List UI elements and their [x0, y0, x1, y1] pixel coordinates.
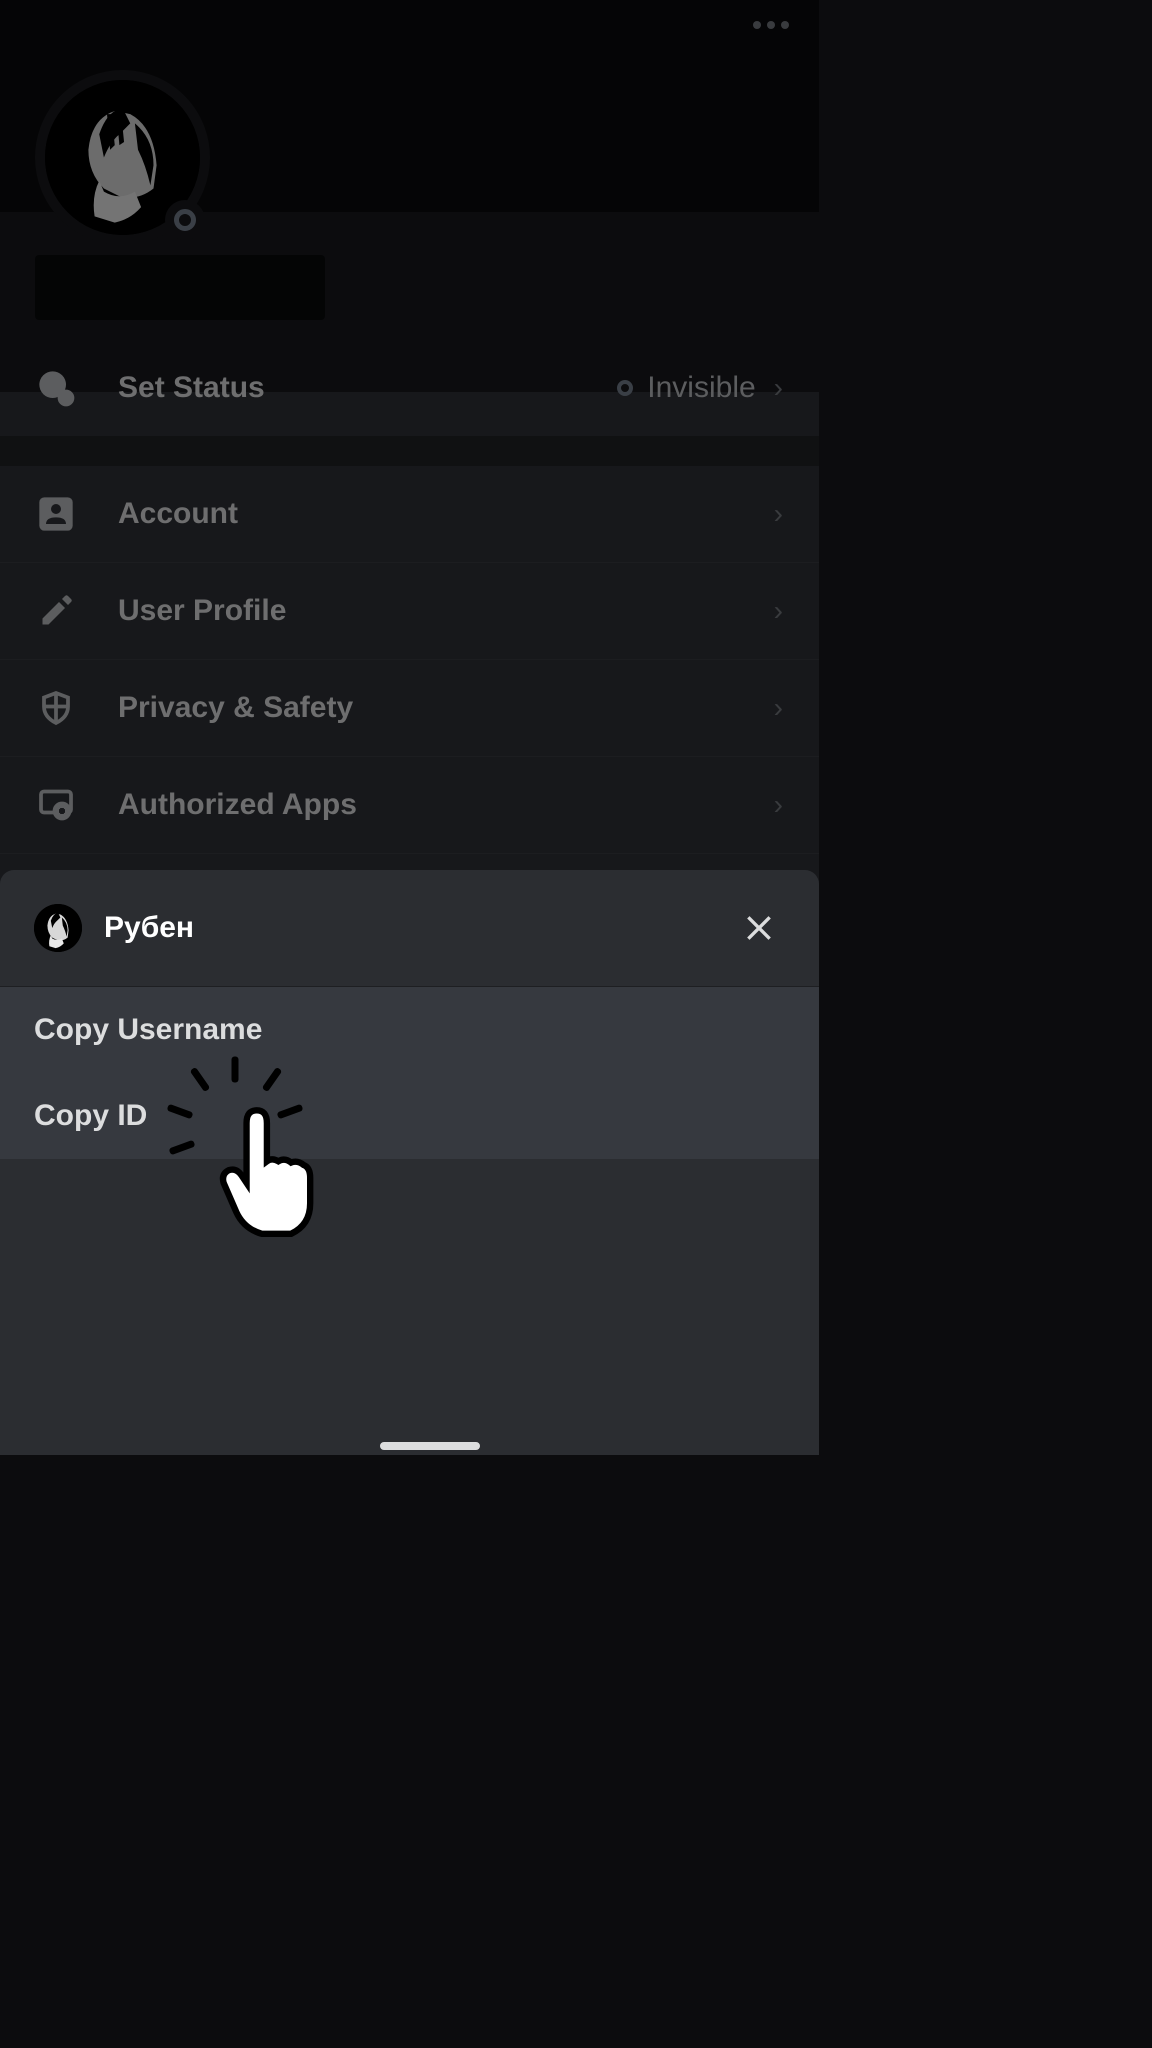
account-row[interactable]: Account ›: [0, 466, 819, 563]
profile-header: [0, 50, 819, 340]
avatar-container[interactable]: [35, 70, 210, 245]
chevron-right-icon: ›: [774, 372, 783, 404]
user-profile-row[interactable]: User Profile ›: [0, 563, 819, 660]
shield-icon: [36, 688, 76, 728]
set-status-label: Set Status: [118, 371, 617, 405]
more-options-button[interactable]: [743, 11, 799, 39]
privacy-safety-row[interactable]: Privacy & Safety ›: [0, 660, 819, 757]
chevron-right-icon: ›: [774, 692, 783, 724]
privacy-label: Privacy & Safety: [118, 691, 756, 725]
user-action-sheet: Рубен Copy Username Copy ID: [0, 870, 819, 1455]
chevron-right-icon: ›: [774, 789, 783, 821]
status-icon: [36, 368, 76, 408]
copy-id-action[interactable]: Copy ID: [0, 1073, 819, 1159]
close-button[interactable]: [733, 902, 785, 954]
sheet-drag-handle[interactable]: [380, 1442, 480, 1450]
set-status-row[interactable]: Set Status Invisible ›: [0, 340, 819, 436]
chevron-right-icon: ›: [774, 498, 783, 530]
auth-apps-icon: [36, 785, 76, 825]
sheet-username: Рубен: [104, 911, 733, 945]
authorized-apps-label: Authorized Apps: [118, 788, 756, 822]
authorized-apps-row[interactable]: Authorized Apps ›: [0, 757, 819, 854]
top-bar: [0, 0, 819, 50]
user-profile-label: User Profile: [118, 594, 756, 628]
sheet-avatar: [34, 904, 82, 952]
sheet-header: Рубен: [0, 870, 819, 986]
status-indicator-icon: [165, 200, 205, 240]
invisible-ring-icon: [617, 380, 633, 396]
pencil-icon: [36, 591, 76, 631]
account-label: Account: [118, 497, 756, 531]
chevron-right-icon: ›: [774, 595, 783, 627]
account-box-icon: [36, 494, 76, 534]
status-value: Invisible: [617, 371, 755, 405]
username-display[interactable]: [35, 255, 325, 320]
copy-username-action[interactable]: Copy Username: [0, 987, 819, 1073]
